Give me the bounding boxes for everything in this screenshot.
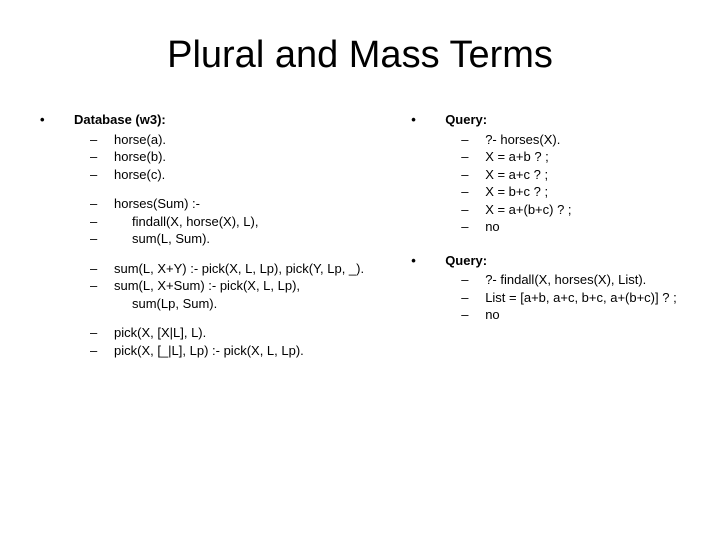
query-block-2: • Query: –?- findall(X, horses(X), List)… <box>411 252 680 324</box>
bullet-icon: • <box>411 252 445 270</box>
list-item: –pick(X, [X|L], L). <box>90 324 411 342</box>
list-item: –sum(L, X+Y) :- pick(X, L, Lp), pick(Y, … <box>90 260 411 278</box>
query-heading-text: Query: <box>445 111 487 129</box>
query-block-1: • Query: –?- horses(X). –X = a+b ? ; –X … <box>411 111 680 236</box>
list-item: –sum(L, X+Sum) :- pick(X, L, Lp), <box>90 277 411 295</box>
bullet-icon: • <box>40 111 74 129</box>
db-group-2: –horses(Sum) :- –findall(X, horse(X), L)… <box>90 195 411 248</box>
list-item: –horse(a). <box>90 131 411 149</box>
content-columns: • Database (w3): –horse(a). –horse(b). –… <box>40 111 680 372</box>
query-lines: –?- horses(X). –X = a+b ? ; –X = a+c ? ;… <box>461 131 680 236</box>
left-column: • Database (w3): –horse(a). –horse(b). –… <box>40 111 411 372</box>
db-group-4: –pick(X, [X|L], L). –pick(X, [_|L], Lp) … <box>90 324 411 359</box>
slide: Plural and Mass Terms • Database (w3): –… <box>0 0 720 540</box>
list-item: –no <box>461 306 680 324</box>
list-item: –findall(X, horse(X), L), <box>90 213 411 231</box>
db-group-1: –horse(a). –horse(b). –horse(c). <box>90 131 411 184</box>
list-item: –horse(b). <box>90 148 411 166</box>
database-heading-text: Database (w3): <box>74 111 166 129</box>
list-item: –no <box>461 218 680 236</box>
list-item: sum(Lp, Sum). <box>90 295 411 313</box>
list-item: –sum(L, Sum). <box>90 230 411 248</box>
list-item: –horses(Sum) :- <box>90 195 411 213</box>
list-item: –?- horses(X). <box>461 131 680 149</box>
query-heading: • Query: <box>411 111 680 129</box>
query-lines: –?- findall(X, horses(X), List). –List =… <box>461 271 680 324</box>
list-item: –X = b+c ? ; <box>461 183 680 201</box>
list-item: –X = a+b ? ; <box>461 148 680 166</box>
database-heading: • Database (w3): <box>40 111 411 129</box>
list-item: –X = a+(b+c) ? ; <box>461 201 680 219</box>
list-item: –X = a+c ? ; <box>461 166 680 184</box>
bullet-icon: • <box>411 111 445 129</box>
right-column: • Query: –?- horses(X). –X = a+b ? ; –X … <box>411 111 680 372</box>
db-group-3: –sum(L, X+Y) :- pick(X, L, Lp), pick(Y, … <box>90 260 411 313</box>
query-heading: • Query: <box>411 252 680 270</box>
list-item: –List = [a+b, a+c, b+c, a+(b+c)] ? ; <box>461 289 680 307</box>
list-item: –?- findall(X, horses(X), List). <box>461 271 680 289</box>
list-item: –pick(X, [_|L], Lp) :- pick(X, L, Lp). <box>90 342 411 360</box>
query-heading-text: Query: <box>445 252 487 270</box>
slide-title: Plural and Mass Terms <box>40 34 680 77</box>
list-item: –horse(c). <box>90 166 411 184</box>
